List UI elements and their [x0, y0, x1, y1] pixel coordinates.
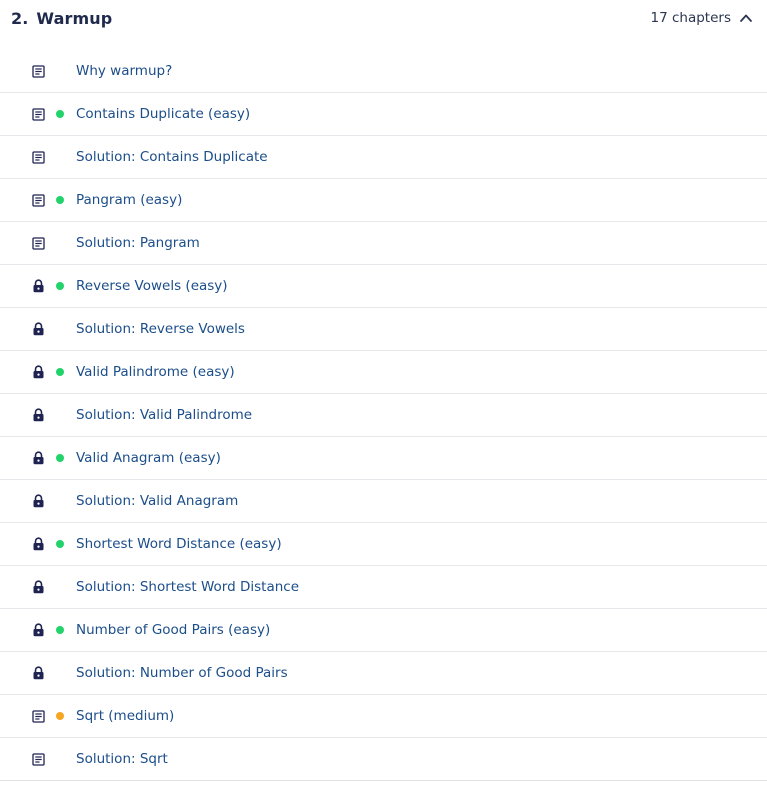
article-icon	[31, 107, 45, 121]
lock-icon	[31, 279, 45, 293]
article-icon	[31, 709, 45, 723]
chapter-row[interactable]: Pangram (easy)	[0, 179, 767, 222]
difficulty-dot-easy	[56, 626, 64, 634]
difficulty-dot-easy	[56, 454, 64, 462]
lock-icon	[31, 494, 45, 508]
chapter-title-link[interactable]: Solution: Contains Duplicate	[76, 149, 268, 165]
lock-icon	[31, 408, 45, 422]
difficulty-dot-easy	[56, 110, 64, 118]
lock-icon	[31, 580, 45, 594]
lock-icon	[31, 322, 45, 336]
chapter-title-link[interactable]: Valid Anagram (easy)	[76, 450, 221, 466]
chapter-title-link[interactable]: Contains Duplicate (easy)	[76, 106, 250, 122]
chapter-row[interactable]: Solution: Number of Good Pairs	[0, 652, 767, 695]
chapter-row[interactable]: Solution: Shortest Word Distance	[0, 566, 767, 609]
article-icon	[31, 236, 45, 250]
chapter-title-link[interactable]: Solution: Valid Palindrome	[76, 407, 252, 423]
section-header[interactable]: 2. Warmup 17 chapters	[0, 0, 767, 36]
article-icon	[31, 193, 45, 207]
chapter-row[interactable]: Why warmup?	[0, 50, 767, 93]
chapter-title-link[interactable]: Valid Palindrome (easy)	[76, 364, 235, 380]
chapter-row[interactable]: Solution: Contains Duplicate	[0, 136, 767, 179]
chapter-title-link[interactable]: Solution: Shortest Word Distance	[76, 579, 299, 595]
section-title: 2. Warmup	[11, 9, 112, 28]
difficulty-dot-easy	[56, 196, 64, 204]
chapter-title-link[interactable]: Number of Good Pairs (easy)	[76, 622, 270, 638]
chapter-row[interactable]: Solution: Valid Palindrome	[0, 394, 767, 437]
lock-icon	[31, 451, 45, 465]
chapter-row[interactable]: Number of Good Pairs (easy)	[0, 609, 767, 652]
chapter-title-link[interactable]: Solution: Reverse Vowels	[76, 321, 245, 337]
difficulty-dot-easy	[56, 540, 64, 548]
lock-icon	[31, 623, 45, 637]
chapter-row[interactable]: Solution: Reverse Vowels	[0, 308, 767, 351]
section-title-text: Warmup	[36, 8, 113, 28]
section-number: 2.	[11, 8, 29, 28]
lock-icon	[31, 666, 45, 680]
chapter-title-link[interactable]: Reverse Vowels (easy)	[76, 278, 228, 294]
chapter-row[interactable]: Contains Duplicate (easy)	[0, 93, 767, 136]
article-icon	[31, 150, 45, 164]
chapter-row[interactable]: Valid Palindrome (easy)	[0, 351, 767, 394]
difficulty-dot-easy	[56, 368, 64, 376]
chapter-title-link[interactable]: Sqrt (medium)	[76, 708, 174, 724]
chapter-title-link[interactable]: Why warmup?	[76, 63, 172, 79]
chapter-row[interactable]: Solution: Valid Anagram	[0, 480, 767, 523]
lock-icon	[31, 537, 45, 551]
article-icon	[31, 752, 45, 766]
chapter-row[interactable]: Sqrt (medium)	[0, 695, 767, 738]
difficulty-dot-easy	[56, 282, 64, 290]
chapter-list: Why warmup? Contains Duplicate (easy) Solu…	[0, 50, 767, 781]
chapter-row[interactable]: Shortest Word Distance (easy)	[0, 523, 767, 566]
lock-icon	[31, 365, 45, 379]
section-meta[interactable]: 17 chapters	[651, 10, 753, 26]
chapter-title-link[interactable]: Solution: Valid Anagram	[76, 493, 238, 509]
chevron-up-icon[interactable]	[739, 11, 753, 25]
article-icon	[31, 64, 45, 78]
difficulty-dot-medium	[56, 712, 64, 720]
chapter-row[interactable]: Reverse Vowels (easy)	[0, 265, 767, 308]
chapter-title-link[interactable]: Solution: Number of Good Pairs	[76, 665, 288, 681]
chapter-title-link[interactable]: Solution: Sqrt	[76, 751, 168, 767]
chapter-count: 17 chapters	[650, 10, 731, 26]
chapter-row[interactable]: Solution: Sqrt	[0, 738, 767, 781]
chapter-title-link[interactable]: Pangram (easy)	[76, 192, 182, 208]
chapter-title-link[interactable]: Solution: Pangram	[76, 235, 200, 251]
chapter-row[interactable]: Solution: Pangram	[0, 222, 767, 265]
chapter-row[interactable]: Valid Anagram (easy)	[0, 437, 767, 480]
chapter-title-link[interactable]: Shortest Word Distance (easy)	[76, 536, 282, 552]
